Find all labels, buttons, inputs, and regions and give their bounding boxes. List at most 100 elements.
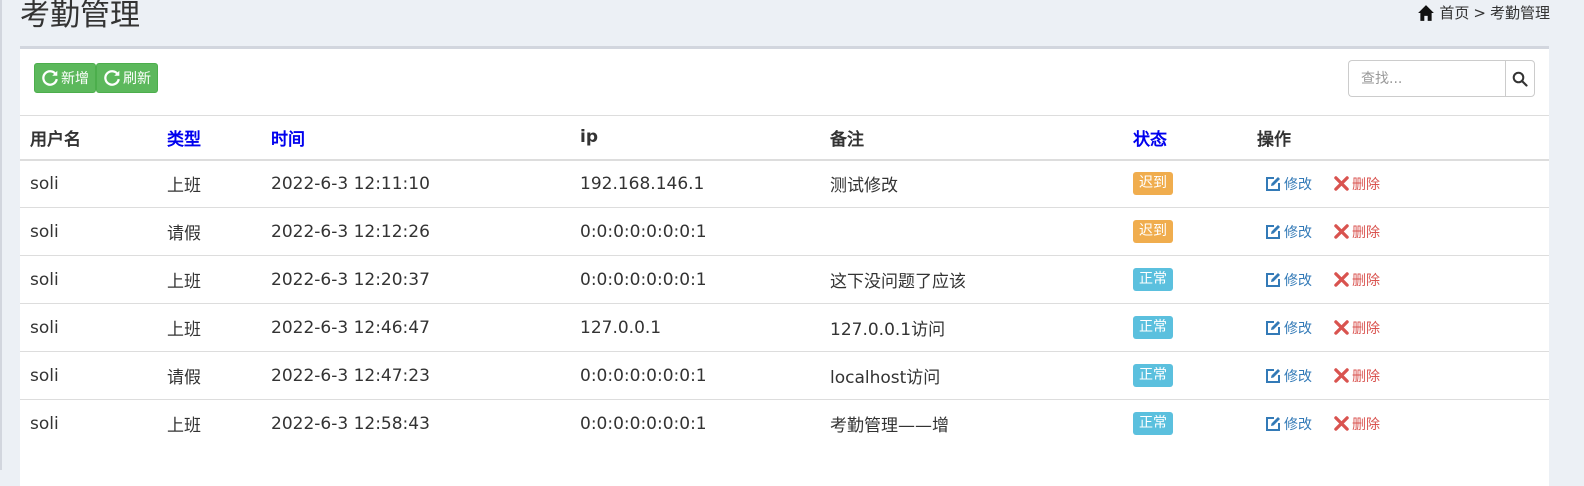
home-icon xyxy=(1418,4,1435,21)
search-button[interactable] xyxy=(1505,60,1535,97)
edit-label: 修改 xyxy=(1284,320,1312,337)
cell-ip: 127.0.0.1 xyxy=(570,303,820,352)
refresh-button[interactable]: 刷新 xyxy=(96,63,158,93)
cell-ip: 0:0:0:0:0:0:0:1 xyxy=(570,255,820,304)
cell-actions: 修改 删除 xyxy=(1247,351,1549,400)
table-row: soli 上班 2022-6-3 12:58:43 0:0:0:0:0:0:0:1 考勤… xyxy=(20,399,1549,448)
table-row: soli 上班 2022-6-3 12:46:47 127.0.0.1 127.0.0.… xyxy=(20,303,1549,352)
cell-status: 正常 xyxy=(1123,255,1247,304)
edit-link[interactable]: 修改 xyxy=(1265,366,1312,386)
delete-link[interactable]: 删除 xyxy=(1334,318,1380,338)
edit-link[interactable]: 修改 xyxy=(1265,222,1312,242)
delete-link[interactable]: 删除 xyxy=(1334,414,1380,434)
cell-type: 上班 xyxy=(157,255,261,304)
cell-status: 正常 xyxy=(1123,303,1247,352)
cell-username: soli xyxy=(20,399,157,448)
edit-label: 修改 xyxy=(1284,176,1312,193)
column-header-actions: 操作 xyxy=(1247,115,1549,161)
cell-actions: 修改 删除 xyxy=(1247,399,1549,448)
toolbar: 新增 刷新 xyxy=(34,63,158,93)
cell-actions: 修改 删除 xyxy=(1247,159,1549,208)
cell-actions: 修改 删除 xyxy=(1247,255,1549,304)
delete-label: 删除 xyxy=(1352,368,1380,385)
edit-label: 修改 xyxy=(1284,272,1312,289)
cell-ip: 0:0:0:0:0:0:0:1 xyxy=(570,399,820,448)
cell-username: soli xyxy=(20,351,157,400)
close-icon xyxy=(1334,416,1349,432)
breadcrumb: 首页 > 考勤管理 xyxy=(1417,2,1550,23)
edit-icon xyxy=(1266,320,1280,335)
cell-type: 上班 xyxy=(157,303,261,352)
delete-label: 删除 xyxy=(1352,320,1380,337)
table-row: soli 上班 2022-6-3 12:20:37 0:0:0:0:0:0:0:1 这下… xyxy=(20,255,1549,304)
page-title: 考勤管理 xyxy=(20,0,140,33)
cell-time: 2022-6-3 12:46:47 xyxy=(261,303,570,352)
edit-link[interactable]: 修改 xyxy=(1265,270,1312,290)
breadcrumb-home-link[interactable]: 首页 xyxy=(1439,2,1469,23)
status-badge: 迟到 xyxy=(1133,172,1173,196)
search-input[interactable] xyxy=(1348,60,1505,97)
search-icon xyxy=(1512,71,1528,87)
delete-link[interactable]: 删除 xyxy=(1334,270,1380,290)
column-header-ip: ip xyxy=(570,115,820,161)
table-row: soli 上班 2022-6-3 12:11:10 192.168.146.1 测试修改… xyxy=(20,159,1549,208)
edit-icon xyxy=(1266,416,1280,431)
delete-link[interactable]: 删除 xyxy=(1334,222,1380,242)
cell-time: 2022-6-3 12:20:37 xyxy=(261,255,570,304)
status-badge: 正常 xyxy=(1133,268,1173,291)
column-header-status[interactable]: 状态 xyxy=(1123,115,1247,161)
delete-link[interactable]: 删除 xyxy=(1334,366,1380,386)
edit-label: 修改 xyxy=(1284,224,1312,241)
edit-link[interactable]: 修改 xyxy=(1265,318,1312,338)
cell-status: 正常 xyxy=(1123,351,1247,400)
delete-label: 删除 xyxy=(1352,176,1380,193)
add-button[interactable]: 新增 xyxy=(34,63,96,93)
window-left-border xyxy=(0,0,2,470)
cell-note: localhost访问 xyxy=(820,351,1123,400)
cell-time: 2022-6-3 12:11:10 xyxy=(261,159,570,208)
add-button-label: 新增 xyxy=(61,71,89,87)
cell-time: 2022-6-3 12:58:43 xyxy=(261,399,570,448)
table-header-row: 用户名 类型 时间 ip 备注 状态 操作 xyxy=(20,115,1549,161)
cell-type: 上班 xyxy=(157,159,261,208)
table-row: soli 请假 2022-6-3 12:47:23 0:0:0:0:0:0:0:1 lo… xyxy=(20,351,1549,400)
cell-ip: 0:0:0:0:0:0:0:1 xyxy=(570,351,820,400)
delete-label: 删除 xyxy=(1352,272,1380,289)
edit-link[interactable]: 修改 xyxy=(1265,414,1312,434)
attendance-table: 用户名 类型 时间 ip 备注 状态 操作 soli 上班 2022-6-3 12:… xyxy=(20,115,1549,448)
edit-link[interactable]: 修改 xyxy=(1265,174,1312,194)
cell-username: soli xyxy=(20,303,157,352)
cell-note: 考勤管理——增 xyxy=(820,399,1123,448)
breadcrumb-separator: > xyxy=(1473,3,1486,22)
cell-type: 请假 xyxy=(157,351,261,400)
cell-type: 上班 xyxy=(157,399,261,448)
close-icon xyxy=(1334,224,1349,239)
status-badge: 正常 xyxy=(1133,364,1173,387)
cell-actions: 修改 删除 xyxy=(1247,207,1549,256)
column-header-type[interactable]: 类型 xyxy=(157,115,261,161)
cell-note: 127.0.0.1访问 xyxy=(820,303,1123,352)
cell-type: 请假 xyxy=(157,207,261,256)
status-badge: 正常 xyxy=(1133,316,1173,339)
content-box: 新增 刷新 用户名 类型 时间 ip xyxy=(20,46,1549,486)
cell-actions: 修改 删除 xyxy=(1247,303,1549,352)
delete-label: 删除 xyxy=(1352,416,1380,433)
cell-username: soli xyxy=(20,159,157,208)
delete-link[interactable]: 删除 xyxy=(1334,174,1380,194)
cell-status: 迟到 xyxy=(1123,159,1247,208)
edit-icon xyxy=(1266,272,1280,287)
breadcrumb-current: 考勤管理 xyxy=(1489,4,1550,22)
edit-label: 修改 xyxy=(1284,368,1312,385)
cell-status: 正常 xyxy=(1123,399,1247,448)
refresh-icon xyxy=(104,70,120,86)
cell-note xyxy=(820,207,1123,256)
cell-time: 2022-6-3 12:47:23 xyxy=(261,351,570,400)
edit-icon xyxy=(1266,176,1280,191)
cell-note: 测试修改 xyxy=(820,159,1123,208)
close-icon xyxy=(1334,320,1349,335)
table-row: soli 请假 2022-6-3 12:12:26 0:0:0:0:0:0:0:1 迟到… xyxy=(20,207,1549,256)
delete-label: 删除 xyxy=(1352,224,1380,241)
status-badge: 迟到 xyxy=(1133,220,1173,243)
edit-icon xyxy=(1266,224,1280,239)
column-header-time[interactable]: 时间 xyxy=(261,115,570,161)
